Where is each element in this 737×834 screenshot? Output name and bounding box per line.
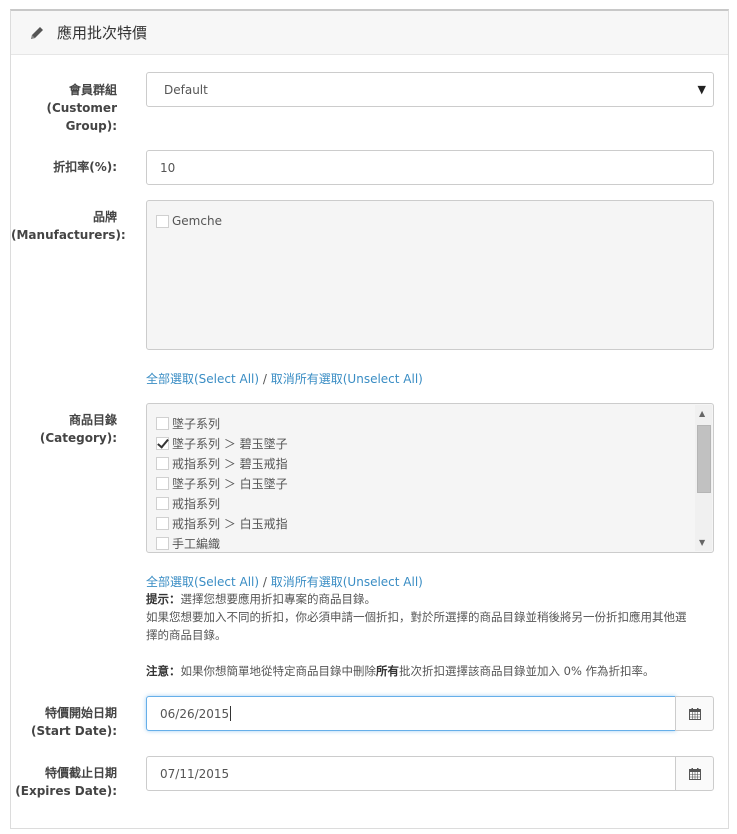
select-all-link[interactable]: 全部選取(Select All) — [146, 575, 259, 589]
manufacturers-list: Gemche — [146, 200, 714, 350]
calendar-icon — [688, 707, 701, 720]
category-list: 墜子系列 墜子系列 ＞ 碧玉墜子 戒指系列 ＞ 碧玉戒指 墜子系列 ＞ 白玉墜子… — [146, 403, 714, 553]
manufacturer-item[interactable]: Gemche — [156, 211, 713, 231]
start-date-calendar-button[interactable] — [675, 696, 714, 731]
category-scrollbar[interactable]: ▲ ▼ — [695, 405, 712, 551]
expire-date-calendar-button[interactable] — [675, 756, 714, 791]
help-text: 提示：選擇您想要應用折扣專案的商品目錄。 如果您想要加入不同的折扣，你必須申請一… — [146, 592, 687, 678]
start-date-label: 特價開始日期 (Start Date): — [30, 706, 117, 738]
category-item[interactable]: 手工編織 — [156, 533, 713, 552]
dropdown-arrow-icon: ▼ — [697, 83, 706, 96]
category-item[interactable]: 墜子系列 ＞ 白玉墜子 — [156, 473, 713, 493]
category-item[interactable]: 戒指系列 ＞ 白玉戒指 — [156, 513, 713, 533]
category-checkbox[interactable] — [156, 536, 169, 550]
unselect-all-link[interactable]: 取消所有選取(Unselect All) — [271, 575, 423, 589]
expire-date-label: 特價截止日期 (Expires Date): — [15, 766, 117, 798]
note-label: 注意： — [146, 664, 181, 678]
tip-label: 提示： — [146, 592, 181, 606]
customer-group-selected: Default — [164, 82, 208, 97]
scroll-up-arrow-icon[interactable]: ▲ — [699, 409, 705, 418]
category-checkbox[interactable] — [156, 416, 169, 430]
batch-special-panel: 應用批次特價 會員群組 (Customer Group): Default ▼ … — [10, 9, 729, 829]
category-item[interactable]: 墜子系列 — [156, 413, 713, 433]
category-checkbox[interactable] — [156, 496, 169, 510]
category-checkbox[interactable] — [156, 456, 169, 470]
manufacturer-checkbox[interactable] — [156, 214, 169, 228]
manufacturers-label: 品牌 (Manufacturers): — [11, 210, 126, 242]
expire-date-input[interactable]: 07/11/2015 — [146, 756, 676, 791]
discount-label: 折扣率(%): — [53, 160, 117, 174]
customer-group-select[interactable]: Default ▼ — [146, 72, 714, 107]
discount-value: 10 — [160, 160, 176, 175]
expire-date-group: 07/11/2015 — [146, 756, 714, 791]
category-label: 商品目錄 (Category): — [39, 413, 117, 445]
calendar-icon — [688, 767, 701, 780]
category-item[interactable]: 墜子系列 ＞ 碧玉墜子 — [156, 433, 713, 453]
scroll-down-arrow-icon[interactable]: ▼ — [699, 538, 705, 547]
discount-input[interactable]: 10 — [146, 150, 714, 185]
manufacturers-select-links: 全部選取(Select All) / 取消所有選取(Unselect All) — [146, 372, 423, 386]
pencil-icon — [31, 26, 43, 39]
start-date-input[interactable]: 06/26/2015 — [146, 696, 676, 731]
category-checkbox[interactable] — [156, 476, 169, 490]
scrollbar-thumb[interactable] — [697, 425, 711, 493]
category-item[interactable]: 戒指系列 ＞ 碧玉戒指 — [156, 453, 713, 473]
category-checkbox[interactable] — [156, 516, 169, 530]
customer-group-label: 會員群組 (Customer Group): — [46, 83, 117, 133]
panel-title: 應用批次特價 — [57, 24, 148, 42]
text-cursor — [230, 706, 232, 721]
start-date-group: 06/26/2015 — [146, 696, 714, 731]
select-all-link[interactable]: 全部選取(Select All) — [146, 372, 259, 386]
category-checkbox[interactable] — [156, 436, 169, 450]
category-select-links: 全部選取(Select All) / 取消所有選取(Unselect All) — [146, 575, 423, 589]
unselect-all-link[interactable]: 取消所有選取(Unselect All) — [271, 372, 423, 386]
panel-heading: 應用批次特價 — [11, 11, 728, 55]
category-item[interactable]: 戒指系列 — [156, 493, 713, 513]
